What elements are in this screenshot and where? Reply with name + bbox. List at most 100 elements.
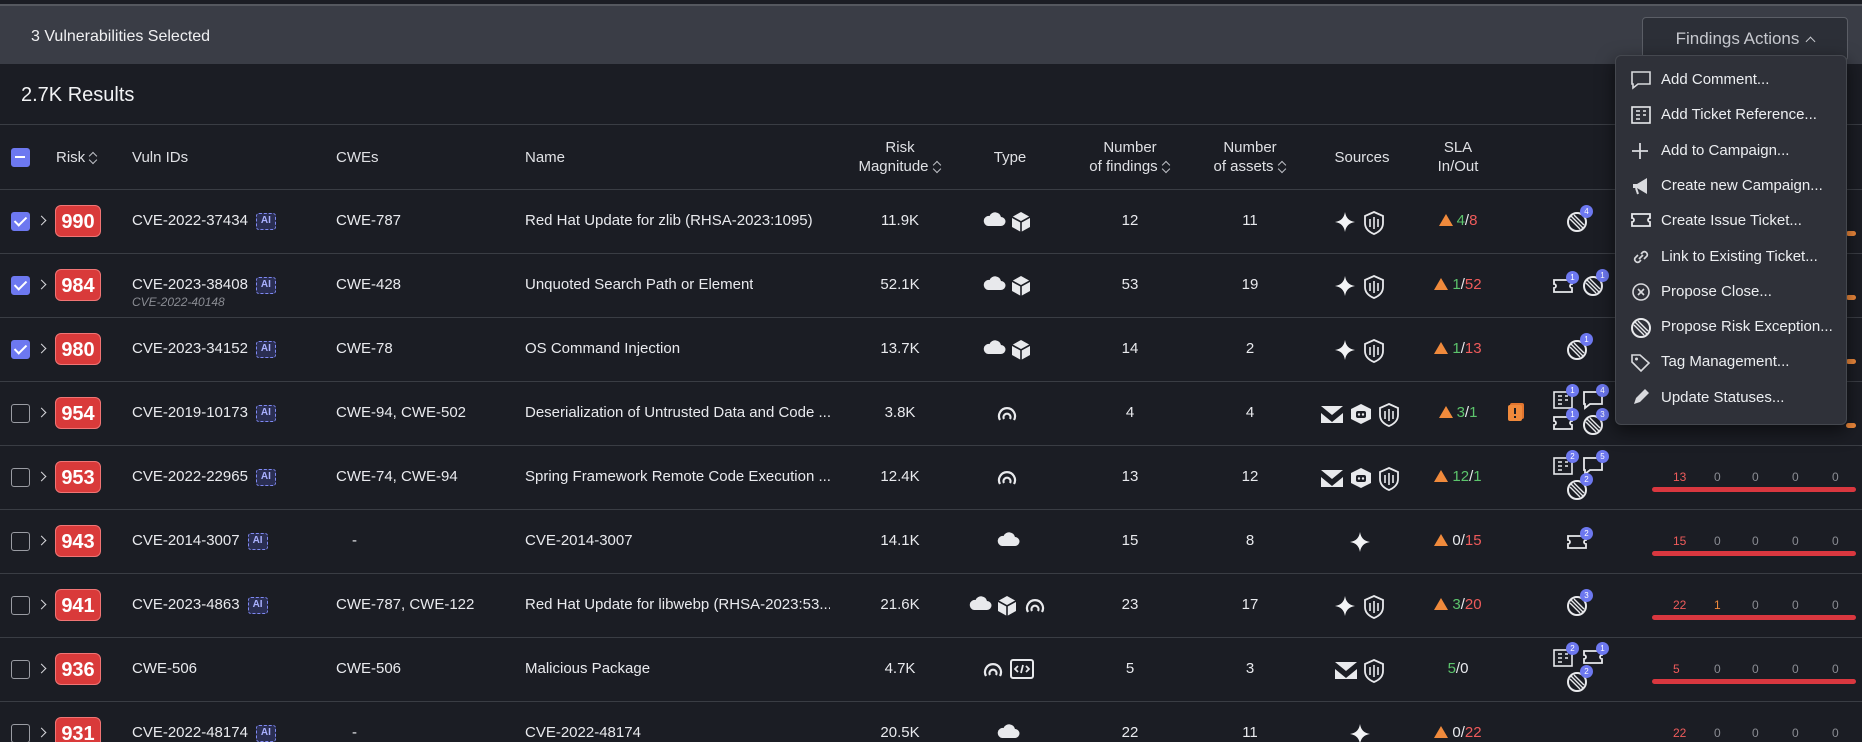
table-row[interactable]: 936 CWE-506 CWE-506 Malicious Package 4.7K 5 3… [0,638,1862,702]
expand-chevron-icon[interactable] [36,343,47,354]
vuln-name[interactable]: CVE-2014-3007 [525,532,633,549]
vuln-id[interactable]: CVE-2023-38408 AI [132,276,276,294]
row-checkbox[interactable] [11,404,30,423]
vuln-name[interactable]: Deserialization of Untrusted Data and Co… [525,404,830,421]
risk-magnitude: 12.4K [880,468,920,485]
menu-item-add-ticket-reference[interactable]: Add Ticket Reference... [1616,97,1848,132]
vuln-name[interactable]: Red Hat Update for zlib (RHSA-2023:1095) [525,212,813,229]
findings-count[interactable]: 23 [1075,596,1185,613]
table-row[interactable]: 941 CVE-2023-4863 AI CWE-787, CWE-122 Red Ha… [0,574,1862,638]
sla-in: 0 [1452,724,1461,741]
findings-count[interactable]: 22 [1075,724,1185,741]
expand-chevron-icon[interactable] [36,535,47,546]
risk-magnitude: 11.9K [880,212,920,229]
shield-source-icon [1363,275,1385,304]
vuln-id[interactable]: CWE-506 [132,660,197,677]
assets-count[interactable]: 17 [1195,596,1305,613]
table-row[interactable]: 943 CVE-2014-3007 AI - CVE-2014-3007 14.1K 15 8… [0,510,1862,574]
vuln-id[interactable]: CVE-2022-48174 AI [132,724,276,742]
table-row[interactable]: 931 CVE-2022-48174 AI - CVE-2022-48174 20.5K 2… [0,702,1862,742]
vuln-id[interactable]: CVE-2022-22965 AI [132,468,276,486]
assets-count[interactable]: 4 [1195,404,1305,421]
column-findings[interactable]: Number of findings [1075,138,1185,176]
vuln-name[interactable]: Red Hat Update for libwebp (RHSA-2023:53… [525,596,830,613]
findings-count[interactable]: 53 [1075,276,1185,293]
findings-count[interactable]: 5 [1075,660,1185,677]
vuln-id[interactable]: CVE-2023-4863 AI [132,596,268,614]
table-row[interactable]: 954 CVE-2019-10173 AI CWE-94, CWE-502 Deseri… [0,382,1862,446]
column-type: Type [993,149,1027,166]
table-row[interactable]: 984 CVE-2023-38408 AI CVE-2022-40148 CWE-428… [0,254,1862,318]
vuln-name[interactable]: CVE-2022-48174 [525,724,641,741]
menu-item-create-issue-ticket[interactable]: Create Issue Ticket... [1616,203,1848,238]
vuln-name[interactable]: Malicious Package [525,660,650,677]
megaphone-icon [1630,176,1652,196]
row-checkbox[interactable] [11,276,30,295]
expand-chevron-icon[interactable] [36,727,47,738]
cwe-list: - [352,724,357,741]
table-row[interactable]: 953 CVE-2022-22965 AI CWE-74, CWE-94 Spring … [0,446,1862,510]
shield-source-icon [1363,595,1385,624]
severity-count: 0 [1832,470,1839,484]
row-checkbox[interactable] [11,468,30,487]
vuln-name[interactable]: Spring Framework Remote Code Execution .… [525,468,830,485]
assets-count[interactable]: 12 [1195,468,1305,485]
sort-icon [1161,161,1171,173]
findings-count[interactable]: 15 [1075,532,1185,549]
menu-item-propose-close[interactable]: Propose Close... [1616,274,1848,309]
menu-item-update-statuses[interactable]: Update Statuses... [1616,380,1848,415]
findings-count[interactable]: 13 [1075,468,1185,485]
assets-count[interactable]: 19 [1195,276,1305,293]
findings-count[interactable]: 14 [1075,340,1185,357]
expand-chevron-icon[interactable] [36,471,47,482]
sla-status: 0/22 [1418,724,1498,741]
count-bubble: 1 [1566,408,1579,421]
assets-count[interactable]: 8 [1195,532,1305,549]
findings-count[interactable]: 12 [1075,212,1185,229]
row-checkbox[interactable] [11,532,30,551]
menu-item-propose-risk-exception[interactable]: Propose Risk Exception... [1616,309,1848,344]
column-sla-label-1: SLA [1443,139,1473,156]
expand-chevron-icon[interactable] [36,279,47,290]
severity-count: 0 [1752,534,1759,548]
assets-count[interactable]: 3 [1195,660,1305,677]
expand-chevron-icon[interactable] [36,663,47,674]
findings-count[interactable]: 4 [1075,404,1185,421]
sla-out: 1 [1473,468,1482,485]
menu-item-add-to-campaign[interactable]: Add to Campaign... [1616,133,1848,168]
assets-count[interactable]: 2 [1195,340,1305,357]
select-all-checkbox[interactable] [11,148,30,167]
row-checkbox[interactable] [11,724,30,742]
table-row[interactable]: 990 CVE-2022-37434 AI CWE-787 Red Hat Update… [0,190,1862,254]
vuln-name[interactable]: OS Command Injection [525,340,680,357]
vuln-id[interactable]: CVE-2022-37434 AI [132,212,276,230]
count-bubble: 3 [1596,408,1609,421]
vuln-id[interactable]: CVE-2019-10173 AI [132,404,276,422]
expand-chevron-icon[interactable] [36,215,47,226]
vuln-id[interactable]: CVE-2014-3007 AI [132,532,268,550]
vuln-id-text: CWE-506 [132,660,198,677]
column-risk[interactable]: Risk [56,148,98,167]
table-row[interactable]: 980 CVE-2023-34152 AI CWE-78 OS Command Inje… [0,318,1862,382]
column-risk-magnitude[interactable]: Risk Magnitude [845,138,955,176]
row-checkbox[interactable] [11,596,30,615]
row-checkbox[interactable] [11,340,30,359]
selection-bar: 3 Vulnerabilities Selected Findings Acti… [0,4,1862,64]
column-assets[interactable]: Number of assets [1195,138,1305,176]
menu-item-add-comment[interactable]: Add Comment... [1616,62,1848,97]
menu-item-tag-management[interactable]: Tag Management... [1616,344,1848,379]
assets-count[interactable]: 11 [1195,212,1305,229]
sla-out: 52 [1464,276,1482,293]
severity-count: 0 [1714,470,1721,484]
vuln-id[interactable]: CVE-2023-34152 AI [132,340,276,358]
severity-bar [1846,423,1856,428]
vuln-name[interactable]: Unquoted Search Path or Element [525,276,753,293]
expand-chevron-icon[interactable] [36,407,47,418]
cloud-icon [982,275,1006,296]
expand-chevron-icon[interactable] [36,599,47,610]
row-checkbox[interactable] [11,212,30,231]
row-checkbox[interactable] [11,660,30,679]
menu-item-link-to-existing-ticket[interactable]: Link to Existing Ticket... [1616,239,1848,274]
assets-count[interactable]: 11 [1195,724,1305,741]
menu-item-create-new-campaign[interactable]: Create new Campaign... [1616,168,1848,203]
